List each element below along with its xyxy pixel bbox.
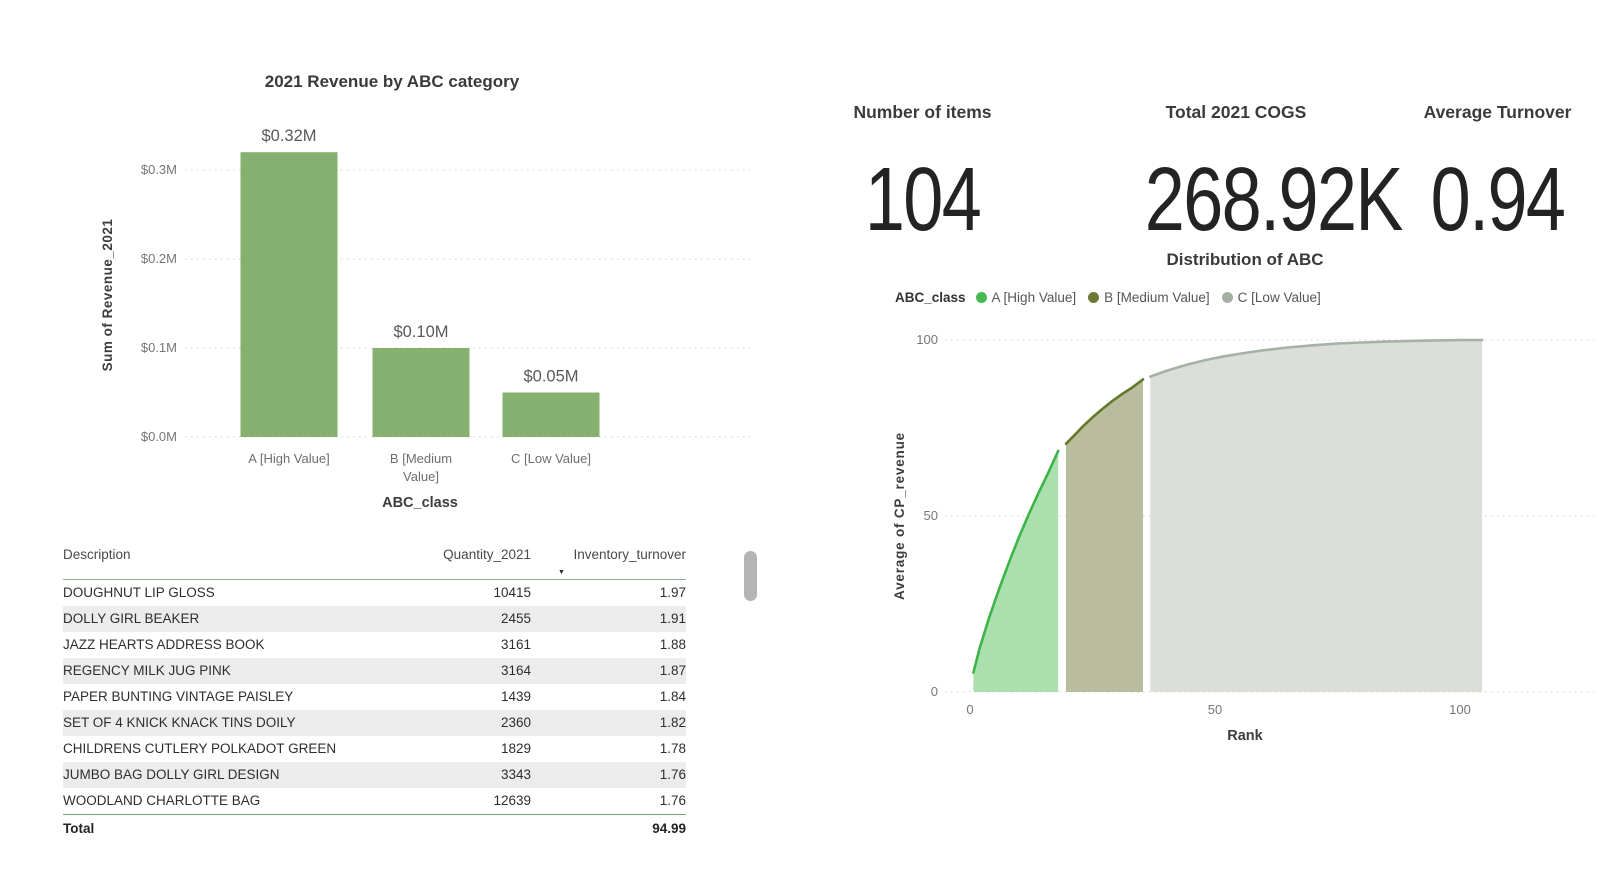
kpi-value: 104 (864, 150, 982, 250)
cell-description: JUMBO BAG DOLLY GIRL DESIGN (63, 767, 280, 782)
y-axis-tick: $0.3M (141, 162, 177, 177)
cell-quantity: 3164 (500, 663, 531, 678)
table-scrollbar-thumb[interactable] (744, 551, 757, 601)
x-axis-tick: C [Low Value] (511, 451, 591, 466)
cell-description: CHILDRENS CUTLERY POLKADOT GREEN (63, 741, 337, 756)
y-axis-title: Average of CP_revenue (892, 432, 907, 600)
cell-description: WOODLAND CHARLOTTE BAG (63, 793, 261, 808)
cell-quantity: 1829 (500, 741, 531, 756)
kpi-card-number-of-items: Number of items 104 (810, 100, 1035, 246)
x-axis-tick: B [Medium (390, 451, 452, 466)
product-table: Description Quantity_2021 Inventory_turn… (63, 543, 686, 842)
x-axis-tick: 0 (966, 702, 973, 717)
y-axis-tick: 0 (931, 684, 938, 699)
bar-chart-plot: $0.0M $0.1M $0.2M $0.3M $0.32M A [High Value]… (100, 127, 750, 511)
cell-description: DOLLY GIRL BEAKER (63, 611, 200, 626)
table-header-description[interactable]: Description (63, 543, 411, 580)
table-row[interactable]: REGENCY MILK JUG PINK 3164 1.87 (63, 658, 686, 684)
cell-quantity: 2360 (500, 715, 531, 730)
bar-chart-visual: 2021 Revenue by ABC category $0.0M $0.1M $… (60, 60, 760, 530)
table-header-row: Description Quantity_2021 Inventory_turn… (63, 543, 686, 580)
kpi-label: Number of items (853, 102, 992, 122)
total-label: Total (63, 814, 411, 842)
table-visual: Description Quantity_2021 Inventory_turn… (63, 543, 686, 842)
kpi-label: Average Turnover (1423, 102, 1572, 122)
y-axis-title: Sum of Revenue_2021 (100, 219, 115, 372)
table-header-inventory-turnover[interactable]: Inventory_turnover ▼ (531, 543, 686, 580)
kpi-card-total-2021-cogs: Total 2021 COGS 268.92K (1122, 100, 1404, 250)
table-row[interactable]: PAPER BUNTING VINTAGE PAISLEY 1439 1.84 (63, 684, 686, 710)
cell-turnover: 1.84 (659, 689, 686, 704)
bar-B [Medium Value][interactable] (372, 348, 470, 437)
cell-description: JAZZ HEARTS ADDRESS BOOK (63, 637, 265, 652)
cell-quantity: 3343 (500, 767, 531, 782)
kpi-label: Total 2021 COGS (1165, 102, 1307, 122)
cell-quantity: 10415 (493, 585, 531, 600)
cell-description: DOUGHNUT LIP GLOSS (63, 585, 215, 600)
cell-turnover: 1.76 (659, 793, 686, 808)
kpi-card-average-turnover: Average Turnover 0.94 (1385, 100, 1600, 246)
y-axis-tick: 50 (924, 508, 938, 523)
table-row[interactable]: JAZZ HEARTS ADDRESS BOOK 3161 1.88 (63, 632, 686, 658)
table-row[interactable]: JUMBO BAG DOLLY GIRL DESIGN 3343 1.76 (63, 762, 686, 788)
cell-turnover: 1.91 (659, 611, 686, 626)
bar-C [Low Value][interactable] (502, 392, 600, 438)
cell-turnover: 1.78 (659, 741, 686, 756)
y-axis-tick: 100 (916, 332, 938, 347)
table-row[interactable]: DOUGHNUT LIP GLOSS 10415 1.97 (63, 580, 686, 607)
table-total-row: Total 94.99 (63, 814, 686, 842)
bar-A [High Value][interactable] (240, 152, 338, 437)
y-axis-tick: $0.0M (141, 429, 177, 444)
table-header-quantity[interactable]: Quantity_2021 (411, 543, 531, 580)
cell-turnover: 1.88 (659, 637, 686, 652)
x-axis-tick: 50 (1208, 702, 1222, 717)
kpi-value: 0.94 (1430, 150, 1566, 250)
x-axis-title: ABC_class (382, 495, 458, 511)
area-chart-visual: Distribution of ABC ABC_class A [High Va… (860, 240, 1600, 770)
cell-turnover: 1.97 (659, 585, 686, 600)
cell-turnover: 1.82 (659, 715, 686, 730)
area-segment-b[interactable] (1066, 379, 1143, 692)
bar-value-label: $0.05M (523, 368, 578, 386)
y-axis-tick: $0.1M (141, 340, 177, 355)
x-axis-tick: Value] (403, 469, 439, 484)
table-row[interactable]: CHILDRENS CUTLERY POLKADOT GREEN 1829 1.78 (63, 736, 686, 762)
y-axis-tick: $0.2M (141, 251, 177, 266)
cell-turnover: 1.76 (659, 767, 686, 782)
table-row[interactable]: SET OF 4 KNICK KNACK TINS DOILY 2360 1.82 (63, 710, 686, 736)
kpi-value: 268.92K (1144, 150, 1404, 250)
cell-turnover: 1.87 (659, 663, 686, 678)
bar-value-label: $0.32M (261, 127, 316, 145)
cell-quantity: 1439 (500, 689, 531, 704)
area-chart-plot: 0 50 100 0 50 100 Rank Average of CP_revenue (892, 332, 1594, 744)
cell-quantity: 2455 (500, 611, 531, 626)
total-turnover-value: 94.99 (531, 814, 686, 842)
x-axis-tick: 100 (1449, 702, 1471, 717)
cell-quantity: 3161 (500, 637, 531, 652)
x-axis-tick: A [High Value] (248, 451, 329, 466)
area-segment-a[interactable] (973, 450, 1059, 692)
sort-descending-icon[interactable]: ▼ (558, 568, 565, 578)
cell-quantity: 12639 (493, 793, 531, 808)
area-segment-c[interactable] (1150, 340, 1483, 692)
table-row[interactable]: DOLLY GIRL BEAKER 2455 1.91 (63, 606, 686, 632)
x-axis-title: Rank (1227, 728, 1263, 744)
bar-value-label: $0.10M (393, 323, 448, 341)
cell-description: REGENCY MILK JUG PINK (63, 663, 231, 678)
cell-description: SET OF 4 KNICK KNACK TINS DOILY (63, 715, 296, 730)
cell-description: PAPER BUNTING VINTAGE PAISLEY (63, 689, 294, 704)
table-row[interactable]: WOODLAND CHARLOTTE BAG 12639 1.76 (63, 788, 686, 815)
